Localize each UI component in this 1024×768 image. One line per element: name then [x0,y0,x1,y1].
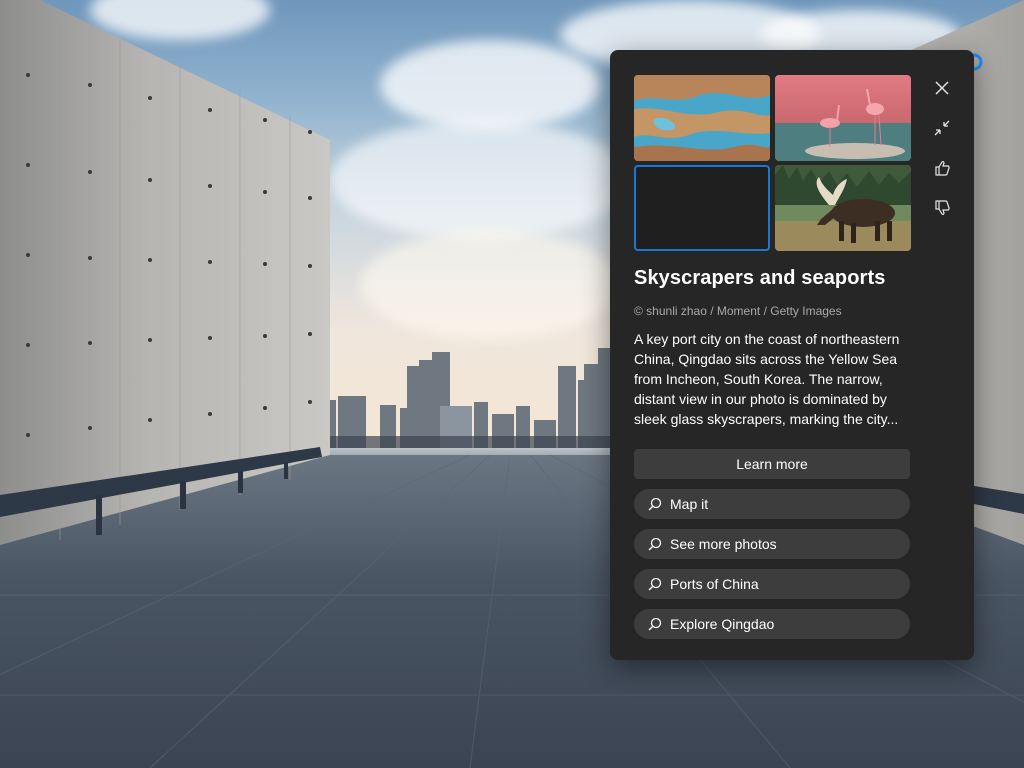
spotlight-title: Skyscrapers and seaports [634,267,886,289]
search-label: Ports of China [670,576,759,592]
spotlight-panel: Skyscrapers and seaports © shunli zhao /… [610,50,974,660]
flamingos-thumbnail[interactable] [775,75,911,161]
collapse-button[interactable] [928,114,956,142]
learn-more-button[interactable]: Learn more [634,449,910,479]
search-see-more-photos-button[interactable]: See more photos [634,529,910,559]
search-icon [648,577,662,591]
search-label: Map it [670,496,709,512]
search-label: See more photos [670,536,777,552]
search-icon [648,537,662,551]
search-icon [648,617,662,631]
thumbs-up-icon [935,160,950,176]
search-ports-of-china-button[interactable]: Ports of China [634,569,910,599]
spotlight-description: A key port city on the coast of northeas… [634,331,900,427]
guard-rail-right [974,486,1024,514]
learn-more-label: Learn more [736,456,808,472]
selected-empty-thumbnail[interactable] [634,165,770,251]
thumbs-down-icon [935,200,950,216]
search-explore-qingdao-button[interactable]: Explore Qingdao [634,609,910,639]
desert-oasis-thumbnail[interactable] [634,75,770,161]
search-label: Explore Qingdao [670,616,775,632]
close-button[interactable] [928,74,956,102]
search-icon [648,497,662,511]
close-icon [935,81,949,95]
dislike-button[interactable] [928,194,956,222]
collapse-icon [934,120,950,136]
guard-rail-left [0,447,322,535]
search-map-it-button[interactable]: Map it [634,489,910,519]
like-button[interactable] [928,154,956,182]
moose-thumbnail[interactable] [775,165,911,251]
photo-credit: © shunli zhao / Moment / Getty Images [634,304,842,318]
